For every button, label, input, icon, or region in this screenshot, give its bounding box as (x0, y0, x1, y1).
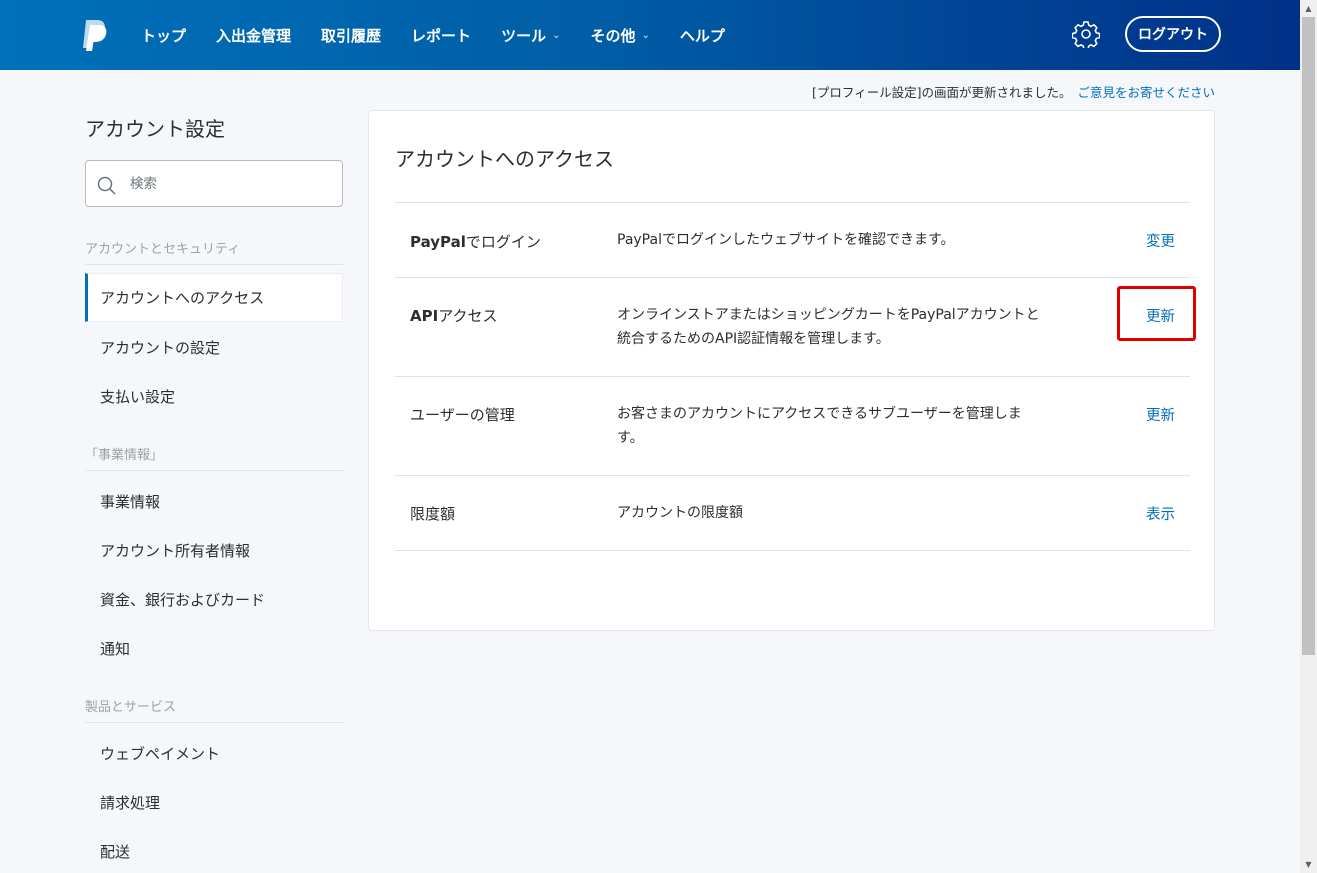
section-products-services: 製品とサービス (85, 696, 343, 723)
section-account-security: アカウントとセキュリティ (85, 238, 343, 265)
nav-activity[interactable]: 取引履歴 (306, 25, 396, 46)
scrollbar-thumb[interactable] (1302, 17, 1315, 655)
row-name: PayPalでログイン (410, 233, 541, 251)
sidebar-item-account-settings[interactable]: アカウントの設定 (85, 323, 343, 372)
sidebar-item-account-access[interactable]: アカウントへのアクセス (85, 273, 343, 322)
chevron-down-icon: ⌄ (641, 29, 650, 41)
chevron-down-icon: ⌄ (552, 29, 561, 41)
search-input[interactable] (130, 171, 330, 197)
list-item-limits: 限度額 アカウントの限度額 表示 (395, 476, 1190, 551)
scroll-down-arrow-icon[interactable]: ▼ (1300, 856, 1317, 873)
nav-reports[interactable]: レポート (396, 25, 486, 46)
list-item-user-management: ユーザーの管理 お客さまのアカウントにアクセスできるサブユーザーを管理します。 … (395, 377, 1190, 476)
change-link[interactable]: 変更 (1146, 230, 1175, 251)
row-description: アカウントの限度額 (617, 505, 743, 521)
update-notice: [プロフィール設定]の画面が更新されました。 ご意見をお寄せください (812, 82, 1215, 101)
nav-more[interactable]: その他 ⌄ (575, 25, 664, 46)
sidebar-item-notifications[interactable]: 通知 (85, 624, 343, 673)
notice-text: [プロフィール設定]の画面が更新されました。 (811, 85, 1072, 100)
update-link-users[interactable]: 更新 (1146, 404, 1175, 425)
list-item-api-access: APIアクセス オンラインストアまたはショッピングカートをPayPalアカウント… (395, 278, 1190, 377)
sidebar-item-invoicing[interactable]: 請求処理 (85, 778, 343, 827)
list-item-paypal-login: PayPalでログイン PayPalでログインしたウェブサイトを確認できます。 … (395, 203, 1190, 278)
nav-top[interactable]: トップ (126, 25, 201, 46)
sidebar-item-funds-banks-cards[interactable]: 資金、銀行およびカード (85, 575, 343, 624)
nav-deposits-withdrawals[interactable]: 入出金管理 (201, 25, 306, 46)
logout-button[interactable]: ログアウト (1125, 16, 1221, 52)
sidebar-item-owner-info[interactable]: アカウント所有者情報 (85, 526, 343, 575)
sidebar-title: アカウント設定 (85, 117, 225, 141)
search-icon (97, 176, 116, 195)
scroll-up-arrow-icon[interactable]: ▲ (1300, 0, 1317, 17)
row-description: お客さまのアカウントにアクセスできるサブユーザーを管理します。 (617, 406, 1022, 446)
sidebar-item-shipping[interactable]: 配送 (85, 827, 343, 873)
nav-help[interactable]: ヘルプ (665, 25, 740, 46)
row-name: 限度額 (410, 505, 456, 523)
page-title: アカウントへのアクセス (395, 147, 614, 171)
paypal-logo[interactable] (80, 18, 108, 52)
main-nav: トップ 入出金管理 取引履歴 レポート ツール ⌄ その他 ⌄ ヘルプ (126, 0, 740, 70)
row-name: APIアクセス (410, 307, 498, 325)
access-list: PayPalでログイン PayPalでログインしたウェブサイトを確認できます。 … (395, 202, 1190, 551)
vertical-scrollbar[interactable]: ▲ ▼ (1300, 0, 1317, 873)
row-name: ユーザーの管理 (410, 406, 515, 424)
search-box (85, 160, 343, 207)
row-description: オンラインストアまたはショッピングカートをPayPalアカウントと統合するための… (617, 307, 1040, 347)
account-access-card: アカウントへのアクセス PayPalでログイン PayPalでログインしたウェブ… (368, 110, 1215, 631)
section-business-info: 「事業情報」 (85, 444, 343, 471)
update-link-api[interactable]: 更新 (1146, 305, 1175, 326)
feedback-link[interactable]: ご意見をお寄せください (1077, 85, 1215, 100)
row-description: PayPalでログインしたウェブサイトを確認できます。 (617, 232, 955, 248)
sidebar-item-web-payments[interactable]: ウェブペイメント (85, 729, 343, 778)
view-link-limits[interactable]: 表示 (1146, 503, 1175, 524)
sidebar-item-payment-settings[interactable]: 支払い設定 (85, 372, 343, 421)
gear-icon[interactable] (1072, 20, 1100, 48)
top-navigation-bar: トップ 入出金管理 取引履歴 レポート ツール ⌄ その他 ⌄ ヘルプ ログアウト (0, 0, 1300, 70)
nav-tools[interactable]: ツール ⌄ (486, 25, 575, 46)
sidebar-item-business-info[interactable]: 事業情報 (85, 477, 343, 526)
